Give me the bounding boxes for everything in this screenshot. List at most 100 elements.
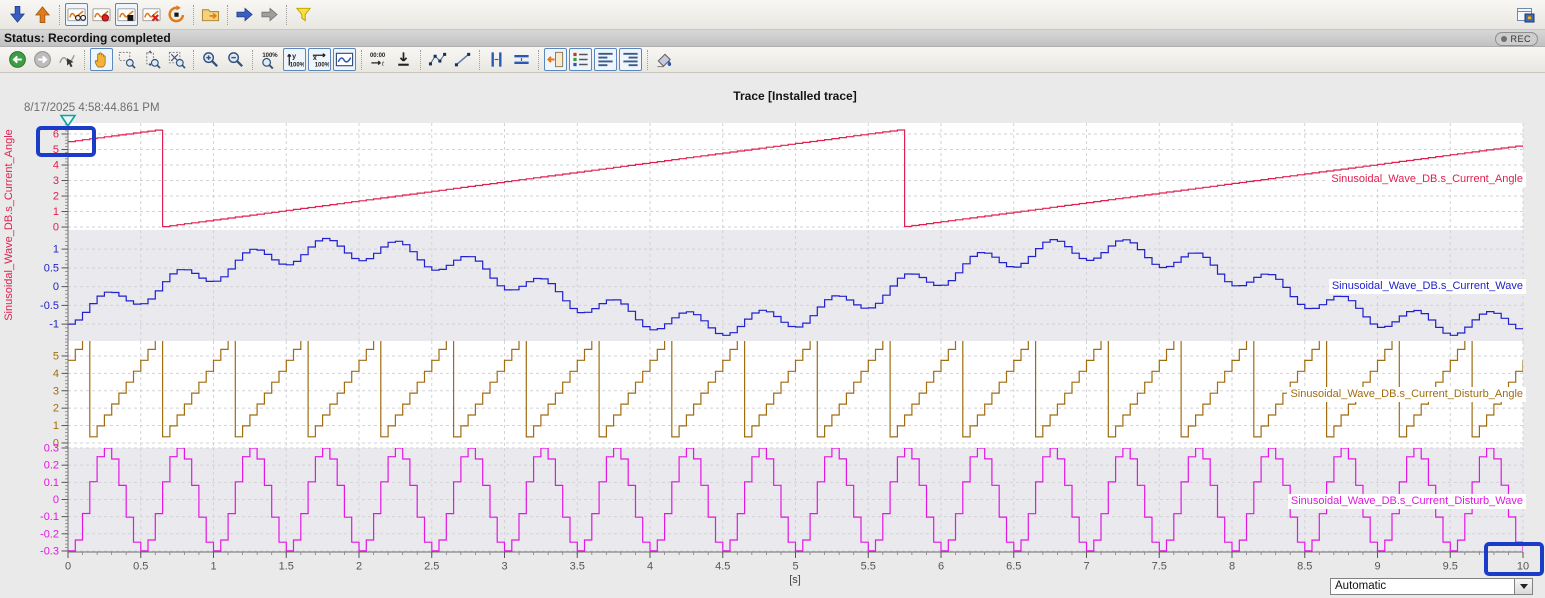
- svg-text:3: 3: [53, 385, 59, 397]
- start-recording-icon: [92, 5, 111, 24]
- time-axis-mode-select[interactable]: Automatic: [1330, 578, 1533, 595]
- zoom-in-button[interactable]: [199, 48, 222, 71]
- export-measurement-button[interactable]: [233, 3, 256, 26]
- curve-pointer-button[interactable]: [56, 48, 79, 71]
- toolbar-separator: [420, 50, 421, 70]
- svg-text:y: y: [292, 53, 296, 61]
- zoom-horizontal-vertical-button[interactable]: [165, 48, 188, 71]
- undock-view-button[interactable]: [544, 48, 567, 71]
- discard-recording-button[interactable]: [140, 3, 163, 26]
- zoom-x-100-button[interactable]: x100%: [308, 48, 331, 71]
- vertical-rulers-button[interactable]: [485, 48, 508, 71]
- back-button[interactable]: [6, 48, 29, 71]
- svg-text:0.5: 0.5: [133, 561, 148, 573]
- toolbar-separator: [193, 50, 194, 70]
- svg-text:8: 8: [1229, 561, 1235, 573]
- filter-button[interactable]: [292, 3, 315, 26]
- svg-text:1: 1: [53, 206, 59, 218]
- apply-sampling-button[interactable]: [392, 48, 415, 71]
- auto-repeat-icon: [167, 5, 186, 24]
- svg-text:0: 0: [53, 281, 59, 293]
- save-measurement-button[interactable]: [199, 3, 222, 26]
- series-label-current-angle[interactable]: Sinusoidal_Wave_DB.s_Current_Angle: [1328, 172, 1526, 187]
- system-window-button[interactable]: [1516, 5, 1536, 25]
- svg-text:9: 9: [1374, 561, 1380, 573]
- start-recording-button[interactable]: [90, 3, 113, 26]
- svg-text:4.5: 4.5: [715, 561, 730, 573]
- trace-plot-canvas[interactable]: 012345610.50-0.5-10123450.30.20.10-0.1-0…: [0, 73, 1545, 598]
- background-color-button[interactable]: [653, 48, 676, 71]
- svg-text:3.5: 3.5: [570, 561, 585, 573]
- time-axis-mode-dropdown-button[interactable]: [1514, 579, 1532, 594]
- transfer-from-device-button[interactable]: [31, 3, 54, 26]
- fit-curves-button[interactable]: [333, 48, 356, 71]
- svg-text:2: 2: [356, 561, 362, 573]
- transfer-to-device-button[interactable]: [6, 3, 29, 26]
- svg-text:0.2: 0.2: [44, 460, 59, 472]
- svg-text:4: 4: [53, 368, 59, 380]
- zoom-y-100-button[interactable]: y 100%: [283, 48, 306, 71]
- svg-text:7.5: 7.5: [1152, 561, 1167, 573]
- export-measurement-icon: [235, 5, 254, 24]
- export-measurement-alt-button[interactable]: [258, 3, 281, 26]
- pan-button[interactable]: [90, 48, 113, 71]
- transfer-to-device-icon: [8, 5, 27, 24]
- svg-text:4: 4: [53, 160, 59, 172]
- svg-text:100%: 100%: [262, 53, 278, 59]
- zoom-horizontal-vertical-icon: [167, 50, 186, 69]
- trace-toolbar: [0, 0, 1545, 30]
- zoom-vertical-button[interactable]: [140, 48, 163, 71]
- show-legend-button[interactable]: [569, 48, 592, 71]
- legend-right-button[interactable]: [619, 48, 642, 71]
- trace-window: Status: Recording completed REC 100%y100…: [0, 0, 1545, 598]
- x-axis-unit-label: [s]: [789, 574, 801, 586]
- transfer-from-device-icon: [33, 5, 52, 24]
- zoom-100-button[interactable]: 100%: [258, 48, 281, 71]
- zoom-area-button[interactable]: [115, 48, 138, 71]
- series-label-current-disturb-wave[interactable]: Sinusoidal_Wave_DB.s_Current_Disturb_Wav…: [1288, 494, 1526, 509]
- show-interpolated-button[interactable]: [451, 48, 474, 71]
- legend-right-icon: [621, 50, 640, 69]
- series-label-current-disturb-angle[interactable]: Sinusoidal_Wave_DB.s_Current_Disturb_Ang…: [1287, 387, 1526, 402]
- zoom-vertical-icon: [142, 50, 161, 69]
- trace-chart-area: 8/17/2025 4:58:44.861 PM Trace [Installe…: [0, 73, 1545, 598]
- auto-repeat-button[interactable]: [165, 3, 188, 26]
- align-time-button[interactable]: 00:00t: [367, 48, 390, 71]
- show-interpolated-icon: [453, 50, 472, 69]
- svg-text:1: 1: [53, 244, 59, 256]
- vertical-rulers-icon: [487, 50, 506, 69]
- show-samples-button[interactable]: [426, 48, 449, 71]
- svg-text:9.5: 9.5: [1443, 561, 1458, 573]
- highlight-box-y-axis: [36, 126, 96, 157]
- rec-dot-icon: [1501, 36, 1507, 42]
- series-label-current-wave[interactable]: Sinusoidal_Wave_DB.s_Current_Wave: [1329, 279, 1526, 294]
- forward-button[interactable]: [31, 48, 54, 71]
- toolbar-separator: [479, 50, 480, 70]
- background-color-icon: [655, 50, 674, 69]
- horizontal-rulers-button[interactable]: [510, 48, 533, 71]
- status-bar: Status: Recording completed REC: [0, 30, 1545, 47]
- chart-toolbar: 100% y 100% x100% 00:00t: [0, 47, 1545, 73]
- undock-view-icon: [546, 50, 565, 69]
- apply-sampling-icon: [394, 50, 413, 69]
- svg-text:6: 6: [938, 561, 944, 573]
- zoom-100-icon: 100%: [260, 50, 279, 69]
- forward-icon: [33, 50, 52, 69]
- svg-text:100%: 100%: [290, 63, 304, 69]
- monitor-on-off-button[interactable]: [65, 3, 88, 26]
- svg-text:0: 0: [53, 222, 59, 234]
- legend-left-button[interactable]: [594, 48, 617, 71]
- horizontal-rulers-icon: [512, 50, 531, 69]
- zoom-out-button[interactable]: [224, 48, 247, 71]
- svg-text:6.5: 6.5: [1006, 561, 1021, 573]
- stop-recording-button[interactable]: [115, 3, 138, 26]
- svg-text:7: 7: [1083, 561, 1089, 573]
- svg-text:x: x: [313, 54, 317, 62]
- svg-text:0.3: 0.3: [44, 443, 59, 455]
- zoom-in-icon: [201, 50, 220, 69]
- time-axis-mode-value: Automatic: [1335, 579, 1386, 594]
- toolbar-separator: [252, 50, 253, 70]
- svg-text:-1: -1: [49, 319, 59, 331]
- svg-text:-0.2: -0.2: [40, 528, 59, 540]
- system-window-icon: [1516, 5, 1536, 25]
